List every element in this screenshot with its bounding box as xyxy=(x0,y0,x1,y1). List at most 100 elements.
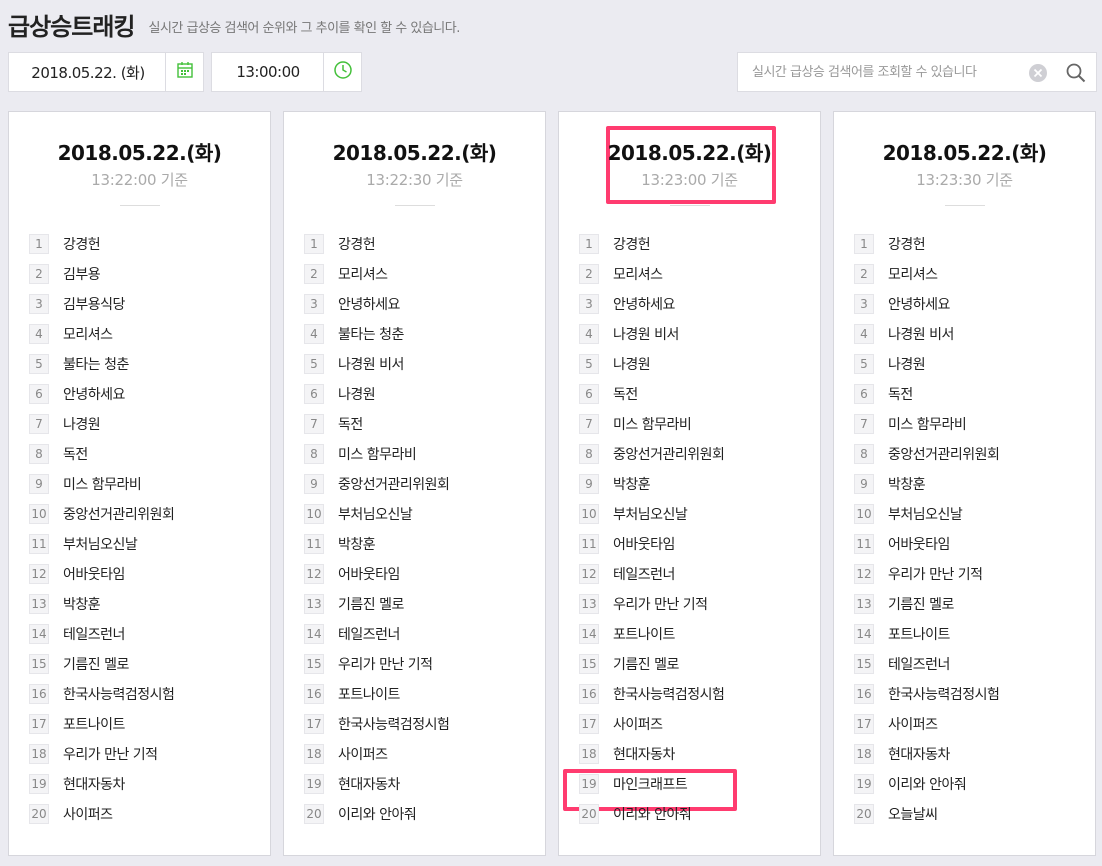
keyword-link[interactable]: 우리가 만난 기적 xyxy=(338,654,433,674)
keyword-link[interactable]: 현대자동차 xyxy=(888,744,950,764)
keyword-link[interactable]: 나경원 xyxy=(338,384,376,404)
rank-item[interactable]: 18 현대자동차 xyxy=(854,739,999,769)
rank-item[interactable]: 17 사이퍼즈 xyxy=(579,709,724,739)
rank-item[interactable]: 10 중앙선거관리위원회 xyxy=(29,499,175,529)
keyword-link[interactable]: 어바웃타임 xyxy=(63,564,125,584)
rank-item[interactable]: 15 기름진 멜로 xyxy=(579,649,724,679)
rank-item[interactable]: 18 우리가 만난 기적 xyxy=(29,739,174,769)
keyword-link[interactable]: 현대자동차 xyxy=(613,744,675,764)
rank-item[interactable]: 20 오늘날씨 xyxy=(854,799,999,829)
rank-item[interactable]: 14 테일즈런너 xyxy=(304,619,449,649)
keyword-link[interactable]: 테일즈런너 xyxy=(63,624,125,644)
keyword-link[interactable]: 기름진 멜로 xyxy=(338,594,404,614)
rank-item[interactable]: 14 포트나이트 xyxy=(579,619,724,649)
keyword-link[interactable]: 포트나이트 xyxy=(338,684,400,704)
keyword-link[interactable]: 나경원 비서 xyxy=(888,324,954,344)
rank-item[interactable]: 17 사이퍼즈 xyxy=(854,709,999,739)
rank-item[interactable]: 14 테일즈런너 xyxy=(29,619,174,649)
keyword-link[interactable]: 사이퍼즈 xyxy=(613,714,663,734)
rank-item[interactable]: 13 기름진 멜로 xyxy=(854,589,999,619)
keyword-link[interactable]: 현대자동차 xyxy=(63,774,125,794)
rank-item[interactable]: 20 이리와 안아줘 xyxy=(304,799,449,829)
keyword-link[interactable]: 포트나이트 xyxy=(613,624,675,644)
rank-item[interactable]: 6 독전 xyxy=(854,379,999,409)
rank-item[interactable]: 7 미스 함무라비 xyxy=(854,409,999,439)
keyword-link[interactable]: 모리셔스 xyxy=(338,264,388,284)
rank-item[interactable]: 3 안녕하세요 xyxy=(304,289,449,319)
rank-item[interactable]: 5 나경원 xyxy=(854,349,999,379)
rank-item[interactable]: 2 모리셔스 xyxy=(304,259,449,289)
rank-item[interactable]: 10 부처님오신날 xyxy=(579,499,724,529)
rank-item[interactable]: 12 어바웃타임 xyxy=(29,559,174,589)
keyword-link[interactable]: 사이퍼즈 xyxy=(338,744,388,764)
rank-item[interactable]: 12 어바웃타임 xyxy=(304,559,449,589)
rank-item[interactable]: 11 박창훈 xyxy=(304,529,449,559)
keyword-link[interactable]: 불타는 청춘 xyxy=(63,354,129,374)
keyword-link[interactable]: 불타는 청춘 xyxy=(338,324,404,344)
keyword-link[interactable]: 박창훈 xyxy=(338,534,376,554)
keyword-link[interactable]: 중앙선거관리위원회 xyxy=(888,444,1000,464)
rank-item[interactable]: 15 테일즈런너 xyxy=(854,649,999,679)
rank-item[interactable]: 16 한국사능력검정시험 xyxy=(579,679,725,709)
keyword-link[interactable]: 독전 xyxy=(888,384,913,404)
keyword-link[interactable]: 독전 xyxy=(613,384,638,404)
rank-item[interactable]: 1 강경헌 xyxy=(579,229,724,259)
rank-item[interactable]: 8 독전 xyxy=(29,439,174,469)
rank-item[interactable]: 2 모리셔스 xyxy=(854,259,999,289)
keyword-link[interactable]: 이리와 안아줘 xyxy=(888,774,967,794)
keyword-link[interactable]: 나경원 xyxy=(63,414,101,434)
rank-item[interactable]: 6 안녕하세요 xyxy=(29,379,174,409)
rank-item[interactable]: 4 불타는 청춘 xyxy=(304,319,449,349)
rank-item[interactable]: 12 우리가 만난 기적 xyxy=(854,559,999,589)
rank-item[interactable]: 3 김부용식당 xyxy=(29,289,174,319)
rank-item[interactable]: 20 이리와 안아줘 xyxy=(579,799,724,829)
rank-item[interactable]: 13 기름진 멜로 xyxy=(304,589,449,619)
keyword-link[interactable]: 한국사능력검정시험 xyxy=(338,714,450,734)
clock-button[interactable] xyxy=(323,53,361,91)
keyword-link[interactable]: 테일즈런너 xyxy=(888,654,950,674)
rank-item[interactable]: 5 나경원 비서 xyxy=(304,349,449,379)
rank-item[interactable]: 11 부처님오신날 xyxy=(29,529,174,559)
rank-item[interactable]: 8 중앙선거관리위원회 xyxy=(579,439,725,469)
rank-item[interactable]: 19 현대자동차 xyxy=(304,769,449,799)
keyword-link[interactable]: 나경원 비서 xyxy=(613,324,679,344)
rank-item[interactable]: 6 나경원 xyxy=(304,379,449,409)
rank-item[interactable]: 11 어바웃타임 xyxy=(579,529,724,559)
keyword-link[interactable]: 박창훈 xyxy=(888,474,926,494)
rank-item[interactable]: 17 한국사능력검정시험 xyxy=(304,709,450,739)
keyword-link[interactable]: 이리와 안아줘 xyxy=(613,804,692,824)
date-picker[interactable]: 2018.05.22. (화) xyxy=(8,52,204,92)
rank-item[interactable]: 20 사이퍼즈 xyxy=(29,799,174,829)
keyword-link[interactable]: 나경원 xyxy=(613,354,651,374)
keyword-link[interactable]: 마인크래프트 xyxy=(613,774,688,794)
keyword-link[interactable]: 박창훈 xyxy=(613,474,651,494)
rank-item[interactable]: 6 독전 xyxy=(579,379,724,409)
rank-item[interactable]: 19 이리와 안아줘 xyxy=(854,769,999,799)
rank-item[interactable]: 9 박창훈 xyxy=(579,469,724,499)
keyword-link[interactable]: 미스 함무라비 xyxy=(613,414,692,434)
rank-item[interactable]: 3 안녕하세요 xyxy=(854,289,999,319)
keyword-link[interactable]: 한국사능력검정시험 xyxy=(613,684,725,704)
keyword-link[interactable]: 어바웃타임 xyxy=(888,534,950,554)
rank-item[interactable]: 7 미스 함무라비 xyxy=(579,409,724,439)
rank-item[interactable]: 4 모리셔스 xyxy=(29,319,174,349)
keyword-link[interactable]: 안녕하세요 xyxy=(338,294,400,314)
keyword-link[interactable]: 중앙선거관리위원회 xyxy=(613,444,725,464)
keyword-link[interactable]: 부처님오신날 xyxy=(613,504,688,524)
keyword-link[interactable]: 우리가 만난 기적 xyxy=(63,744,158,764)
rank-item[interactable]: 18 현대자동차 xyxy=(579,739,724,769)
keyword-link[interactable]: 기름진 멜로 xyxy=(63,654,129,674)
keyword-link[interactable]: 안녕하세요 xyxy=(613,294,675,314)
keyword-link[interactable]: 어바웃타임 xyxy=(613,534,675,554)
calendar-button[interactable] xyxy=(165,53,203,91)
rank-item[interactable]: 2 모리셔스 xyxy=(579,259,724,289)
rank-item[interactable]: 1 강경헌 xyxy=(304,229,449,259)
keyword-link[interactable]: 포트나이트 xyxy=(888,624,950,644)
time-picker[interactable]: 13:00:00 xyxy=(211,52,362,92)
rank-item[interactable]: 11 어바웃타임 xyxy=(854,529,999,559)
rank-item[interactable]: 16 포트나이트 xyxy=(304,679,449,709)
rank-item[interactable]: 5 불타는 청춘 xyxy=(29,349,174,379)
keyword-link[interactable]: 박창훈 xyxy=(63,594,101,614)
keyword-link[interactable]: 기름진 멜로 xyxy=(888,594,954,614)
keyword-link[interactable]: 테일즈런너 xyxy=(613,564,675,584)
